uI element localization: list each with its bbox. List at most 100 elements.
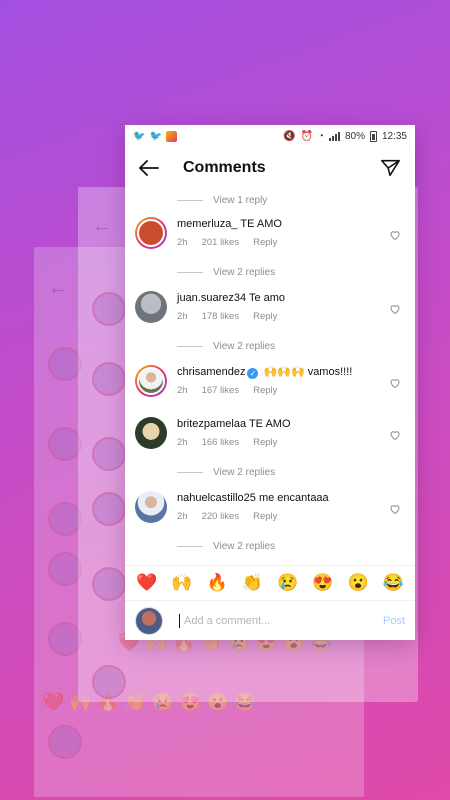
divider <box>177 271 203 273</box>
comment-username[interactable]: memerluza_ <box>177 218 238 230</box>
comment-body: nahuelcastillo25 me encantaaa 2h 220 like… <box>177 491 403 522</box>
divider <box>177 199 203 201</box>
comment-username[interactable]: nahuelcastillo25 <box>177 492 256 504</box>
comment-body: chrisamendez ✓ 🙌🙌🙌 vamos!!!! 2h 167 likes R… <box>177 365 403 396</box>
reply-button[interactable]: Reply <box>253 385 277 396</box>
reply-button[interactable]: Reply <box>253 511 277 522</box>
comments-list[interactable]: View 1 reply memerluza_ TE AMO 2h 201 lik… <box>125 189 415 561</box>
comment-likes[interactable]: 167 likes <box>202 385 240 396</box>
comment-username[interactable]: chrisamendez <box>177 366 245 378</box>
divider <box>177 471 203 473</box>
quick-emoji-bar: ❤️ 🙌 🔥 👏 😢 😍 😮 😂 <box>125 565 415 599</box>
comment-meta: 2h 220 likes Reply <box>177 511 403 522</box>
post-button[interactable]: Post <box>383 615 405 627</box>
avatar[interactable] <box>135 365 167 397</box>
view-replies-label: View 2 replies <box>213 340 276 352</box>
heart-icon[interactable] <box>389 303 401 315</box>
comment-time: 2h <box>177 237 188 248</box>
avatar-image <box>135 417 167 449</box>
status-bar: 🐦 🐦 🔇 ⏰ ◔ 80% 12:35 <box>125 125 415 147</box>
comment-body: memerluza_ TE AMO 2h 201 likes Reply <box>177 217 403 248</box>
comment-likes[interactable]: 220 likes <box>202 511 240 522</box>
notification-icons: 🐦 🐦 <box>133 130 177 142</box>
reply-button[interactable]: Reply <box>253 311 277 322</box>
comment-text: britezpamelaa TE AMO <box>177 417 403 431</box>
ghost-row <box>48 427 82 461</box>
direct-send-icon[interactable] <box>379 157 401 179</box>
comment-content: 🙌🙌🙌 vamos!!!! <box>263 366 353 378</box>
comment-meta: 2h 178 likes Reply <box>177 311 403 322</box>
comment-likes[interactable]: 178 likes <box>202 311 240 322</box>
view-replies-label: View 2 replies <box>213 540 276 552</box>
page-title: Comments <box>183 159 266 176</box>
view-replies-link[interactable]: View 2 replies <box>125 459 415 485</box>
avatar-image <box>137 367 165 395</box>
view-replies-link[interactable]: View 2 replies <box>125 533 415 559</box>
reply-button[interactable]: Reply <box>253 437 277 448</box>
current-user-avatar <box>135 606 163 635</box>
top-bar: Comments <box>125 147 415 189</box>
comment-content: me encantaaa <box>258 492 329 504</box>
red-heart-emoji-button[interactable]: ❤️ <box>136 574 157 591</box>
clapping-hands-emoji-button[interactable]: 👏 <box>242 574 263 591</box>
heart-eyes-emoji-button[interactable]: 😍 <box>312 574 333 591</box>
comment-username[interactable]: britezpamelaa <box>177 418 246 430</box>
view-replies-link[interactable]: View 2 replies <box>125 333 415 359</box>
raising-hands-emoji-button[interactable]: 🙌 <box>171 574 192 591</box>
verified-badge-icon: ✓ <box>247 368 259 379</box>
comment-content: TE AMO <box>240 218 282 230</box>
comment-body: juan.suarez34 Te amo 2h 178 likes Reply <box>177 291 403 322</box>
comment-meta: 2h 201 likes Reply <box>177 237 403 248</box>
ghost-row <box>48 502 82 536</box>
comment-item: chrisamendez ✓ 🙌🙌🙌 vamos!!!! 2h 167 likes R… <box>125 359 415 407</box>
ghost-row <box>92 437 126 471</box>
app-notification-icon <box>165 130 177 142</box>
ghost-row <box>48 622 82 656</box>
ghost-row <box>92 292 126 326</box>
avatar-image <box>135 491 167 523</box>
comment-content: TE AMO <box>248 418 291 430</box>
comment-text: memerluza_ TE AMO <box>177 217 403 231</box>
comment-time: 2h <box>177 311 188 322</box>
heart-icon[interactable] <box>389 377 401 389</box>
view-replies-link[interactable]: View 1 reply <box>125 189 415 211</box>
avatar[interactable] <box>135 217 167 249</box>
comment-text: juan.suarez34 Te amo <box>177 291 403 305</box>
avatar[interactable] <box>135 291 167 323</box>
reply-button[interactable]: Reply <box>253 237 277 248</box>
ghost-composer <box>48 725 82 759</box>
ghost-row <box>92 567 126 601</box>
avatar-image <box>137 219 165 247</box>
comment-text: nahuelcastillo25 me encantaaa <box>177 491 403 505</box>
back-arrow-icon[interactable] <box>137 156 161 180</box>
alarm-icon: ⏰ <box>300 130 313 142</box>
heart-icon[interactable] <box>389 429 401 441</box>
comment-composer: Post <box>125 600 415 640</box>
comment-likes[interactable]: 166 likes <box>202 437 240 448</box>
ghost-back-arrow: ← <box>92 215 112 237</box>
heart-icon[interactable] <box>389 229 401 241</box>
view-replies-label: View 1 reply <box>213 194 268 206</box>
avatar[interactable] <box>135 491 167 523</box>
tears-of-joy-emoji-button[interactable]: 😂 <box>383 574 404 591</box>
fire-emoji-button[interactable]: 🔥 <box>207 574 228 591</box>
comment-username[interactable]: juan.suarez34 <box>177 292 246 304</box>
comment-time: 2h <box>177 437 188 448</box>
heart-icon[interactable] <box>389 503 401 515</box>
crying-face-emoji-button[interactable]: 😢 <box>277 574 298 591</box>
comment-likes[interactable]: 201 likes <box>202 237 240 248</box>
comment-meta: 2h 167 likes Reply <box>177 385 403 396</box>
view-replies-link[interactable]: View 2 replies <box>125 259 415 285</box>
system-icons: 🔇 ⏰ ◔ 80% 12:35 <box>283 130 407 142</box>
twitter-icon: 🐦 <box>133 130 146 142</box>
wifi-icon: ◔ <box>317 130 324 142</box>
avatar[interactable] <box>135 417 167 449</box>
avatar-image <box>135 291 167 323</box>
comment-body: britezpamelaa TE AMO 2h 166 likes Reply <box>177 417 403 448</box>
ghost-row <box>48 552 82 586</box>
comment-item: nahuelcastillo25 me encantaaa 2h 220 like… <box>125 485 415 533</box>
comment-input[interactable] <box>179 613 383 628</box>
view-replies-label: View 2 replies <box>213 266 276 278</box>
comment-content: Te amo <box>248 292 286 304</box>
surprised-face-emoji-button[interactable]: 😮 <box>348 574 369 591</box>
